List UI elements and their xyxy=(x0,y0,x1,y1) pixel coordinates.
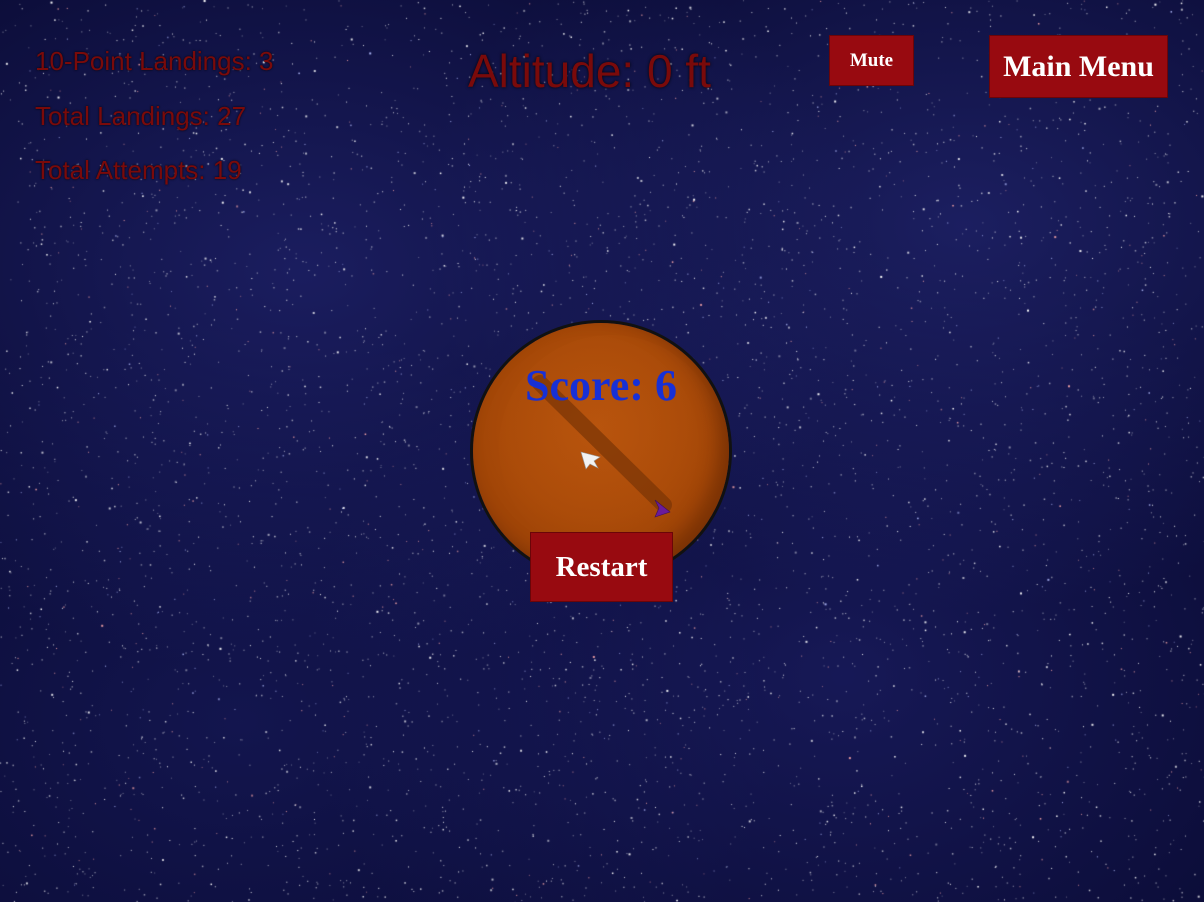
mute-button[interactable]: Mute xyxy=(829,35,914,86)
game-screen: 10-Point Landings: 3 Total Landings: 27 … xyxy=(0,0,1204,902)
restart-button[interactable]: Restart xyxy=(530,532,673,602)
altitude-readout: Altitude: 0 ft xyxy=(468,45,711,97)
total-landings-stat: Total Landings: 27 xyxy=(35,101,247,131)
main-menu-button[interactable]: Main Menu xyxy=(989,35,1168,98)
ten-point-landings-stat: 10-Point Landings: 3 xyxy=(35,46,274,76)
total-attempts-stat: Total Attempts: 19 xyxy=(35,155,242,185)
score-label: Score: 6 xyxy=(525,361,677,410)
